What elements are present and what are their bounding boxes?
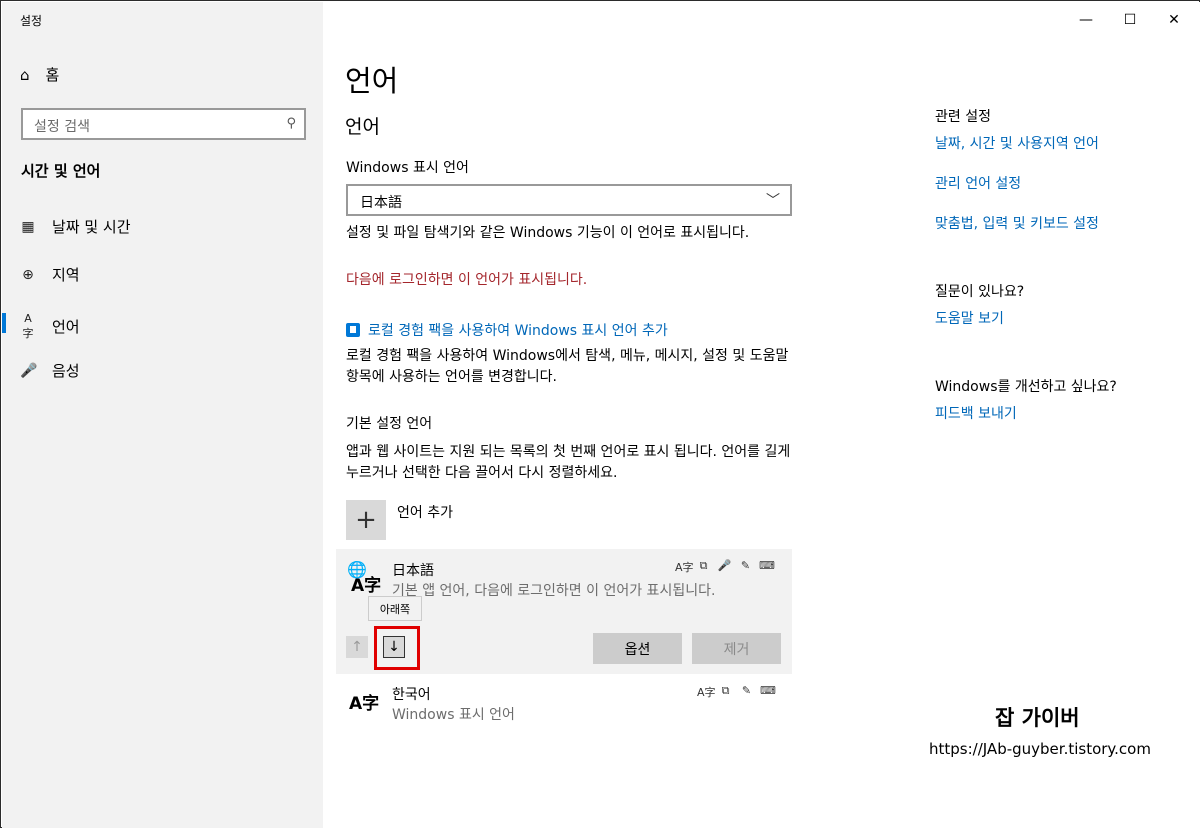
language-subtitle: Windows 표시 언어	[392, 707, 515, 723]
nav-home[interactable]: ⌂ 홈	[20, 64, 59, 85]
sidebar-item-label: 날짜 및 시간	[52, 218, 131, 236]
language-features: A字 ⧉ 🎤 ✎ ⌨	[675, 559, 775, 575]
language-subtitle: 기본 앱 언어, 다음에 로그인하면 이 언어가 표시됩니다.	[392, 583, 716, 599]
text-to-speech-feature-icon: ⧉	[699, 559, 708, 572]
search-icon: ⚲	[286, 116, 296, 131]
related-link-admin-language[interactable]: 관리 언어 설정	[935, 173, 1021, 193]
related-link-spelling-typing[interactable]: 맞춤법, 입력 및 키보드 설정	[935, 213, 1099, 233]
keyboard-feature-icon: ⌨	[760, 684, 776, 697]
sidebar-item-date-time[interactable]: ▦ 날짜 및 시간	[20, 216, 131, 237]
handwriting-feature-icon: ✎	[740, 559, 751, 572]
local-pack-description: 로컬 경험 팩을 사용하여 Windows에서 탐색, 메뉴, 메시지, 설정 …	[346, 348, 789, 385]
add-language-label[interactable]: 언어 추가	[397, 502, 453, 522]
watermark-title: 잡 가이버	[995, 706, 1080, 730]
globe-icon: ⊕	[22, 266, 34, 283]
move-up-button[interactable]: ↑	[346, 636, 368, 658]
calendar-clock-icon: ▦	[21, 218, 35, 235]
chevron-down-icon: ﹀	[766, 193, 780, 209]
sidebar-item-language[interactable]: A字 언어	[20, 312, 80, 341]
sidebar-item-label: 언어	[52, 318, 80, 336]
nav-home-label: 홈	[45, 66, 60, 84]
signin-notice: 다음에 로그인하면 이 언어가 표시됩니다.	[346, 272, 588, 288]
settings-window: 설정 ⌂ 홈 설정 검색 ⚲ 시간 및 언어 ▦ 날짜 및 시간 ⊕ 지역 A字…	[0, 0, 1200, 828]
tooltip: 아래쪽	[368, 596, 422, 621]
display-language-dropdown[interactable]: 日本語 ﹀	[346, 184, 792, 216]
section-heading: 언어	[345, 116, 380, 138]
feedback-link[interactable]: 피드백 보내기	[935, 403, 1017, 423]
dropdown-value: 日本語	[360, 195, 402, 211]
sidebar-item-label: 지역	[52, 266, 80, 284]
watermark-url: https://JAb-guyber.tistory.com	[929, 740, 1151, 758]
add-language-button[interactable]: +	[346, 500, 386, 540]
preferred-languages-title: 기본 설정 언어	[346, 416, 433, 432]
get-help-link[interactable]: 도움말 보기	[935, 308, 1004, 328]
search-placeholder: 설정 검색	[34, 119, 90, 135]
display-language-feature-icon: A字	[675, 561, 694, 574]
improve-windows-title: Windows를 개선하고 싶나요?	[935, 379, 1117, 395]
section-title: 시간 및 언어	[21, 162, 101, 180]
sidebar-item-region[interactable]: ⊕ 지역	[20, 264, 80, 285]
preferred-languages-description: 앱과 웹 사이트는 지원 되는 목록의 첫 번째 언어로 표시 됩니다. 언어를…	[346, 444, 791, 481]
language-icon: A字	[22, 312, 34, 340]
speech-feature-icon: 🎤	[717, 559, 732, 572]
settings-search-input[interactable]: 설정 검색 ⚲	[21, 108, 306, 140]
local-experience-pack-link[interactable]: 로컬 경험 팩을 사용하여 Windows 표시 언어 추가	[346, 320, 668, 340]
options-button[interactable]: 옵션	[593, 633, 682, 664]
language-features: A字 ⧉ ✎ ⌨	[697, 684, 776, 700]
move-down-button[interactable]: ↓	[383, 636, 405, 658]
display-language-description: 설정 및 파일 탐색기와 같은 Windows 기능이 이 언어로 표시됩니다.	[346, 225, 750, 241]
main-content: — ☐ ✕ 언어 언어 Windows 표시 언어 日本語 ﹀ 설정 및 파일 …	[323, 2, 1200, 828]
sidebar-item-speech[interactable]: 🎤 음성	[20, 360, 80, 381]
handwriting-feature-icon: ✎	[741, 684, 752, 697]
remove-button[interactable]: 제거	[692, 633, 781, 664]
plus-icon: +	[355, 505, 377, 535]
related-settings-title: 관련 설정	[935, 109, 991, 125]
link-label: 로컬 경험 팩을 사용하여 Windows 표시 언어 추가	[368, 323, 668, 339]
help-title: 질문이 있나요?	[935, 284, 1025, 300]
keyboard-feature-icon: ⌨	[759, 559, 775, 572]
selected-indicator	[2, 313, 6, 333]
minimize-button[interactable]: —	[1063, 6, 1109, 34]
display-language-label: Windows 표시 언어	[346, 160, 469, 176]
language-name[interactable]: 한국어	[392, 684, 431, 704]
language-icon: A字	[349, 694, 380, 714]
maximize-button[interactable]: ☐	[1107, 6, 1153, 34]
home-icon: ⌂	[20, 65, 30, 84]
related-link-date-time-region[interactable]: 날짜, 시간 및 사용지역 언어	[935, 133, 1099, 153]
store-icon	[346, 323, 360, 337]
close-button[interactable]: ✕	[1151, 6, 1197, 34]
sidebar: 설정 ⌂ 홈 설정 검색 ⚲ 시간 및 언어 ▦ 날짜 및 시간 ⊕ 지역 A字…	[2, 2, 323, 828]
language-name: 日本語	[392, 563, 434, 579]
display-language-feature-icon: A字	[697, 686, 716, 699]
text-to-speech-feature-icon: ⧉	[721, 684, 730, 697]
microphone-icon: 🎤	[20, 362, 38, 379]
sidebar-item-label: 음성	[52, 362, 80, 380]
page-title: 언어	[345, 64, 399, 98]
window-title: 설정	[20, 14, 43, 28]
